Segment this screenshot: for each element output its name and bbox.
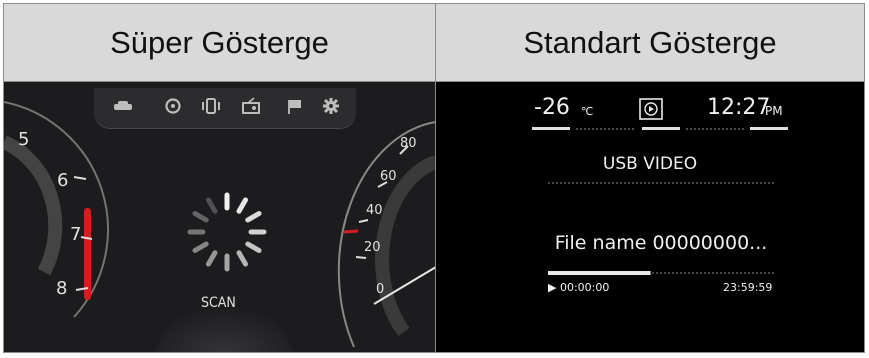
tachometer [73,176,93,300]
clock-suffix: PM [765,104,783,118]
flag-icon [288,100,301,114]
scan-status: SCAN [201,295,236,311]
radio-icon [242,97,260,114]
source-divider [548,182,776,184]
tach-label-5: 5 [18,129,30,150]
status-icon-bar [94,88,356,129]
steering-wheel-icon [165,98,181,114]
progress-fill [548,271,651,275]
standard-gauge-header: Standart Gösterge [436,4,864,81]
comparison-table: Süper Gösterge Standart Gösterge 5 6 7 8… [3,3,865,353]
total-time: 23:59:59 [723,281,773,294]
play-icon [639,98,663,120]
super-gauge-header: Süper Gösterge [4,4,436,81]
speedometer-ticks [344,145,409,259]
clock-time: 12:27 [707,95,771,120]
super-gauge-display: 5 6 7 8 80 60 40 20 0 SCAN [4,82,436,352]
tachometer-redline [84,208,91,300]
tach-label-6: 6 [57,170,69,191]
file-name: File name 00000000... [554,232,768,254]
temperature-value: -26 [534,95,570,120]
phone-icon [202,98,220,114]
tach-label-7: 7 [70,224,82,245]
elapsed-time: ▶ 00:00:00 [548,281,610,294]
top-divider [532,127,788,130]
gear-icon [323,98,339,114]
temperature-unit: ℃ [581,105,594,118]
tach-label-8: 8 [56,278,68,299]
media-source: USB VIDEO [602,154,698,174]
standard-gauge-display: -26 ℃ 12:27 PM USB VIDEO File name 00000… [436,82,864,352]
loading-spinner-icon [187,192,267,272]
progress-bar[interactable] [548,270,776,276]
